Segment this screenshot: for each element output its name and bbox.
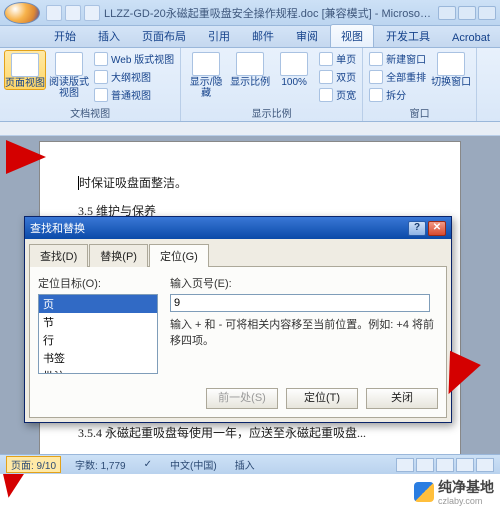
- title-bar: LLZZ-GD-20永磁起重吸盘安全操作规程.doc [兼容模式] - Micr…: [0, 0, 500, 26]
- new-window-button[interactable]: 新建窗口: [367, 50, 428, 67]
- draft-icon: [94, 88, 108, 102]
- split-icon: [369, 88, 383, 102]
- tab-acrobat[interactable]: Acrobat: [442, 29, 500, 47]
- onepage-icon: [319, 52, 333, 66]
- tab-view[interactable]: 视图: [330, 24, 374, 47]
- view-draft-icon[interactable]: [476, 458, 494, 472]
- dialog-title: 查找和替换: [30, 220, 406, 236]
- list-item[interactable]: 节: [39, 313, 157, 331]
- dialog-tab-find[interactable]: 查找(D): [29, 244, 88, 267]
- page-width-button[interactable]: 页宽: [317, 86, 358, 103]
- hundred-icon: [280, 52, 308, 76]
- reading-view-icon: [55, 52, 83, 76]
- tab-mailings[interactable]: 邮件: [242, 25, 284, 47]
- office-button[interactable]: [4, 2, 40, 24]
- annotation-arrow-icon: [6, 140, 46, 174]
- page-view-icon: [11, 53, 39, 77]
- outline-button[interactable]: 大纲视图: [92, 68, 176, 85]
- qat-undo-icon[interactable]: [65, 5, 81, 21]
- draft-button[interactable]: 普通视图: [92, 86, 176, 103]
- group-label: 文档视图: [4, 104, 176, 121]
- status-language[interactable]: 中文(中国): [166, 457, 221, 472]
- watermark: 纯净基地 czlaby.com: [414, 477, 494, 506]
- show-hide-button[interactable]: 显示/隐藏: [185, 50, 227, 99]
- tab-developer[interactable]: 开发工具: [376, 25, 440, 47]
- split-button[interactable]: 拆分: [367, 86, 428, 103]
- dialog-titlebar[interactable]: 查找和替换 ? ✕: [25, 217, 451, 239]
- ribbon-tabs: 开始 插入 页面布局 引用 邮件 审阅 视图 开发工具 Acrobat: [0, 26, 500, 48]
- quick-access-toolbar: [46, 5, 100, 21]
- tab-home[interactable]: 开始: [44, 25, 86, 47]
- web-icon: [94, 52, 108, 66]
- page-number-input[interactable]: [170, 294, 430, 312]
- switch-window-button[interactable]: 切换窗口: [430, 50, 472, 88]
- tab-pagelayout[interactable]: 页面布局: [132, 25, 196, 47]
- one-page-button[interactable]: 单页: [317, 50, 358, 67]
- watermark-url: czlaby.com: [438, 497, 494, 506]
- qat-redo-icon[interactable]: [84, 5, 100, 21]
- maximize-button[interactable]: [458, 6, 476, 20]
- watermark-name: 纯净基地: [438, 479, 494, 495]
- goto-target-listbox[interactable]: 页 节 行 书签 批注 脚注: [38, 294, 158, 374]
- switchwin-icon: [437, 52, 465, 76]
- view-printlayout-icon[interactable]: [396, 458, 414, 472]
- previous-button[interactable]: 前一处(S): [206, 388, 278, 409]
- goto-hint: 输入 + 和 - 可将相关内容移至当前位置。例如: +4 将前移四项。: [170, 316, 438, 348]
- dialog-help-button[interactable]: ?: [408, 221, 426, 236]
- close-button[interactable]: [478, 6, 496, 20]
- dialog-tab-goto[interactable]: 定位(G): [149, 244, 209, 267]
- list-item[interactable]: 页: [39, 295, 157, 313]
- reading-layout-button[interactable]: 阅读版式视图: [48, 50, 90, 99]
- watermark-logo-icon: [414, 482, 434, 502]
- list-item[interactable]: 行: [39, 331, 157, 349]
- zoom-100-button[interactable]: 100%: [273, 50, 315, 88]
- two-page-button[interactable]: 双页: [317, 68, 358, 85]
- status-bar: 页面: 9/10 字数: 1,779 ✓ 中文(中国) 插入: [0, 454, 500, 474]
- minimize-button[interactable]: [438, 6, 456, 20]
- view-reading-icon[interactable]: [416, 458, 434, 472]
- pagewidth-icon: [319, 88, 333, 102]
- newwin-icon: [369, 52, 383, 66]
- ruler: [0, 122, 500, 136]
- outline-icon: [94, 70, 108, 84]
- group-label: 窗口: [367, 104, 472, 121]
- status-mode[interactable]: 插入: [231, 457, 259, 472]
- qat-save-icon[interactable]: [46, 5, 62, 21]
- group-label: 显示比例: [185, 104, 358, 121]
- doc-line: 3.5.4 永磁起重吸盘每使用一年，应送至永磁起重吸盘...: [78, 422, 422, 444]
- goto-button[interactable]: 定位(T): [286, 388, 358, 409]
- web-layout-button[interactable]: Web 版式视图: [92, 50, 176, 67]
- page-number-label: 输入页号(E):: [170, 275, 438, 291]
- dialog-tab-replace[interactable]: 替换(P): [89, 244, 148, 267]
- twopage-icon: [319, 70, 333, 84]
- zoom-icon: [236, 52, 264, 76]
- view-outline-icon[interactable]: [456, 458, 474, 472]
- tab-insert[interactable]: 插入: [88, 25, 130, 47]
- status-proof-icon[interactable]: ✓: [140, 459, 156, 470]
- view-web-icon[interactable]: [436, 458, 454, 472]
- arrange-all-button[interactable]: 全部重排: [367, 68, 428, 85]
- status-words[interactable]: 字数: 1,779: [71, 457, 130, 472]
- tab-review[interactable]: 审阅: [286, 25, 328, 47]
- arrange-icon: [369, 70, 383, 84]
- close-button[interactable]: 关闭: [366, 388, 438, 409]
- list-item[interactable]: 书签: [39, 349, 157, 367]
- goto-target-label: 定位目标(O):: [38, 275, 158, 291]
- dialog-close-button[interactable]: ✕: [428, 221, 446, 236]
- ribbon: 页面视图 阅读版式视图 Web 版式视图 大纲视图 普通视图 文档视图 显示/隐…: [0, 48, 500, 122]
- status-page[interactable]: 页面: 9/10: [6, 456, 61, 473]
- zoom-button[interactable]: 显示比例: [229, 50, 271, 88]
- find-replace-dialog: 查找和替换 ? ✕ 查找(D) 替换(P) 定位(G) 定位目标(O): 页 节…: [24, 216, 452, 423]
- showhide-icon: [192, 52, 220, 76]
- doc-line: 时保证吸盘面整洁。: [78, 172, 422, 194]
- print-layout-button[interactable]: 页面视图: [4, 50, 46, 90]
- window-title: LLZZ-GD-20永磁起重吸盘安全操作规程.doc [兼容模式] - Micr…: [100, 5, 438, 21]
- tab-references[interactable]: 引用: [198, 25, 240, 47]
- list-item[interactable]: 批注: [39, 367, 157, 374]
